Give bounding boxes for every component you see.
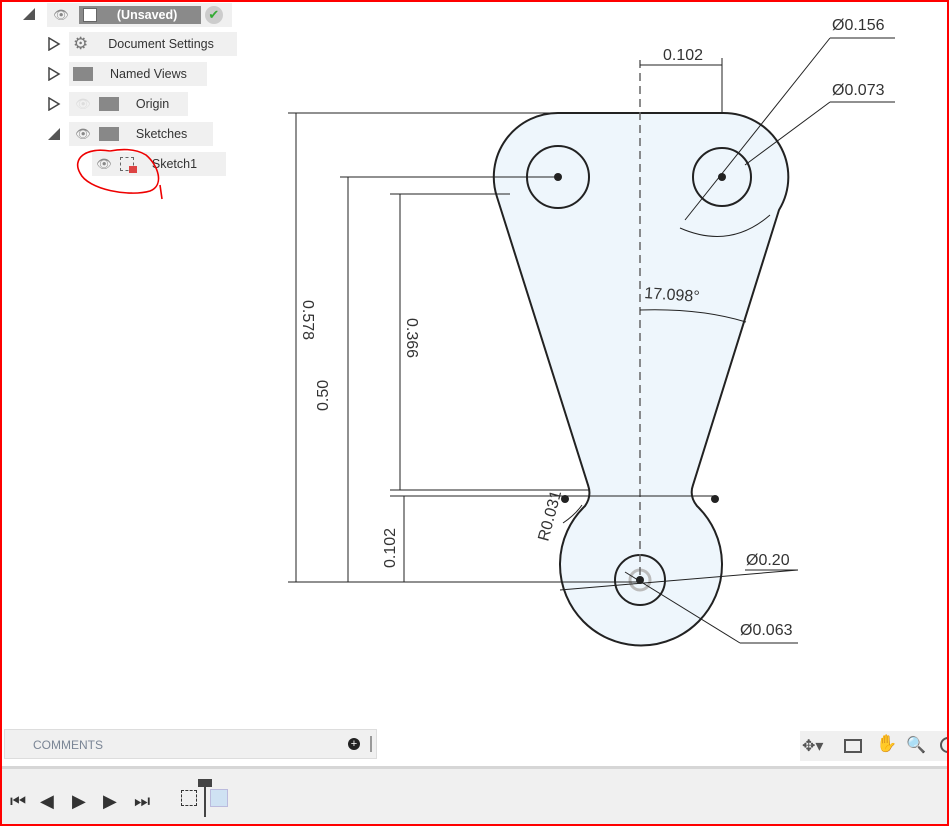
- next-icon[interactable]: ▶: [103, 791, 117, 812]
- comments-panel[interactable]: COMMENTS +: [4, 729, 377, 759]
- dim-taper-length[interactable]: 0.366: [403, 318, 420, 358]
- dim-top-width[interactable]: 0.102: [663, 47, 703, 64]
- dim-big-hole-dia[interactable]: Ø0.156: [832, 17, 885, 34]
- dim-fillet-radius[interactable]: R0.031: [535, 489, 565, 543]
- comments-label: COMMENTS: [33, 738, 103, 752]
- dim-overall-height[interactable]: 0.578: [299, 300, 316, 340]
- dim-bottom-hole-dia[interactable]: Ø0.063: [740, 622, 793, 639]
- zoom-icon[interactable]: 🔍: [906, 735, 926, 755]
- timeline: ⏮ ◀ ▶ ▶ ⏭: [0, 766, 949, 826]
- dim-hole-spacing[interactable]: 0.50: [315, 380, 332, 411]
- orbit-icon[interactable]: ✥▾: [802, 736, 823, 756]
- first-icon[interactable]: ⏮: [10, 791, 26, 812]
- display-icon[interactable]: [940, 737, 949, 753]
- look-at-icon[interactable]: [844, 739, 862, 753]
- add-comment-icon[interactable]: +: [348, 738, 360, 750]
- last-icon[interactable]: ⏭: [134, 791, 150, 812]
- pan-icon[interactable]: ✋: [876, 734, 897, 754]
- sketch-feature-icon[interactable]: [181, 790, 197, 806]
- sketch-canvas[interactable]: 0.102 Ø0.156 Ø0.073 17.098° 0.578 0.50 0…: [0, 0, 949, 726]
- timeline-marker-handle[interactable]: [198, 779, 212, 787]
- panel-grip-icon[interactable]: [370, 736, 372, 752]
- body-feature-icon[interactable]: [210, 789, 228, 807]
- dim-neck-height[interactable]: 0.102: [382, 528, 399, 568]
- play-icon[interactable]: ▶: [72, 791, 86, 812]
- navigation-bar: ✥▾ ✋ 🔍: [800, 731, 949, 761]
- previous-icon[interactable]: ◀: [40, 791, 54, 812]
- dim-small-hole-dia[interactable]: Ø0.073: [832, 82, 885, 99]
- part-profile[interactable]: [492, 111, 790, 647]
- dim-bottom-dia[interactable]: Ø0.20: [746, 552, 790, 569]
